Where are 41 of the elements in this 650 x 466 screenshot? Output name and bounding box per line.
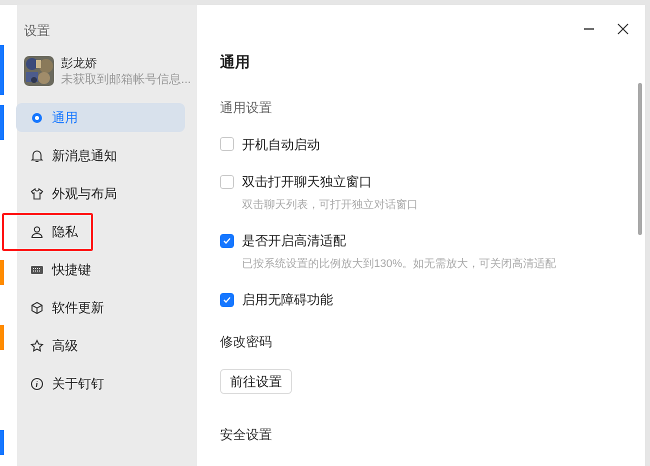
app-strip-block xyxy=(0,45,4,95)
check-icon xyxy=(222,236,232,246)
settings-button[interactable]: 前往设置 xyxy=(220,369,292,394)
checkbox-label: 是否开启高清适配 xyxy=(242,232,346,250)
section-heading: 通用设置 xyxy=(220,99,272,117)
sidebar-item[interactable]: 软件更新 xyxy=(16,293,185,322)
checkbox[interactable] xyxy=(220,174,234,189)
app-strip-block xyxy=(0,430,4,455)
star-icon xyxy=(30,338,44,352)
close-icon[interactable] xyxy=(617,23,629,35)
app-strip-block xyxy=(0,105,4,140)
sidebar-title: 设置 xyxy=(24,22,50,40)
section-heading: 修改密码 xyxy=(220,332,272,350)
shirt-icon xyxy=(30,186,44,200)
person-icon xyxy=(30,224,44,238)
section-heading: 安全设置 xyxy=(220,426,272,444)
info-icon xyxy=(30,376,44,390)
page-title: 通用 xyxy=(220,53,250,73)
sidebar-item[interactable]: 新消息通知 xyxy=(16,141,185,170)
scrollbar[interactable] xyxy=(638,83,642,235)
sidebar-item[interactable]: 高级 xyxy=(16,331,185,360)
bell-icon xyxy=(30,148,44,162)
checkbox-label: 启用无障碍功能 xyxy=(242,291,333,309)
sidebar-item[interactable]: 快捷键 xyxy=(16,255,185,284)
checkbox-label: 开机自动启动 xyxy=(242,136,320,154)
checkbox[interactable] xyxy=(220,137,234,152)
sidebar-item[interactable]: 外观与布局 xyxy=(16,179,185,208)
checkbox[interactable] xyxy=(220,292,234,307)
option-description: 已按系统设置的比例放大到130%。如无需放大，可关闭高清适配 xyxy=(242,256,556,272)
app-strip-block xyxy=(0,325,4,350)
sidebar-item[interactable]: 隐私 xyxy=(16,217,185,246)
profile-name: 彭龙娇 xyxy=(61,54,98,70)
app-strip-block xyxy=(0,260,4,285)
cube-icon xyxy=(30,300,44,314)
option-description: 双击聊天列表，可打开独立对话窗口 xyxy=(242,198,418,212)
checkbox-label: 双击打开聊天独立窗口 xyxy=(242,173,372,191)
checkbox[interactable] xyxy=(220,234,234,248)
general-icon xyxy=(30,110,44,124)
profile-email: 未获取到邮箱帐号信息... xyxy=(61,70,192,86)
check-icon xyxy=(222,294,232,305)
sidebar-item[interactable]: 关于钉钉 xyxy=(16,369,185,398)
